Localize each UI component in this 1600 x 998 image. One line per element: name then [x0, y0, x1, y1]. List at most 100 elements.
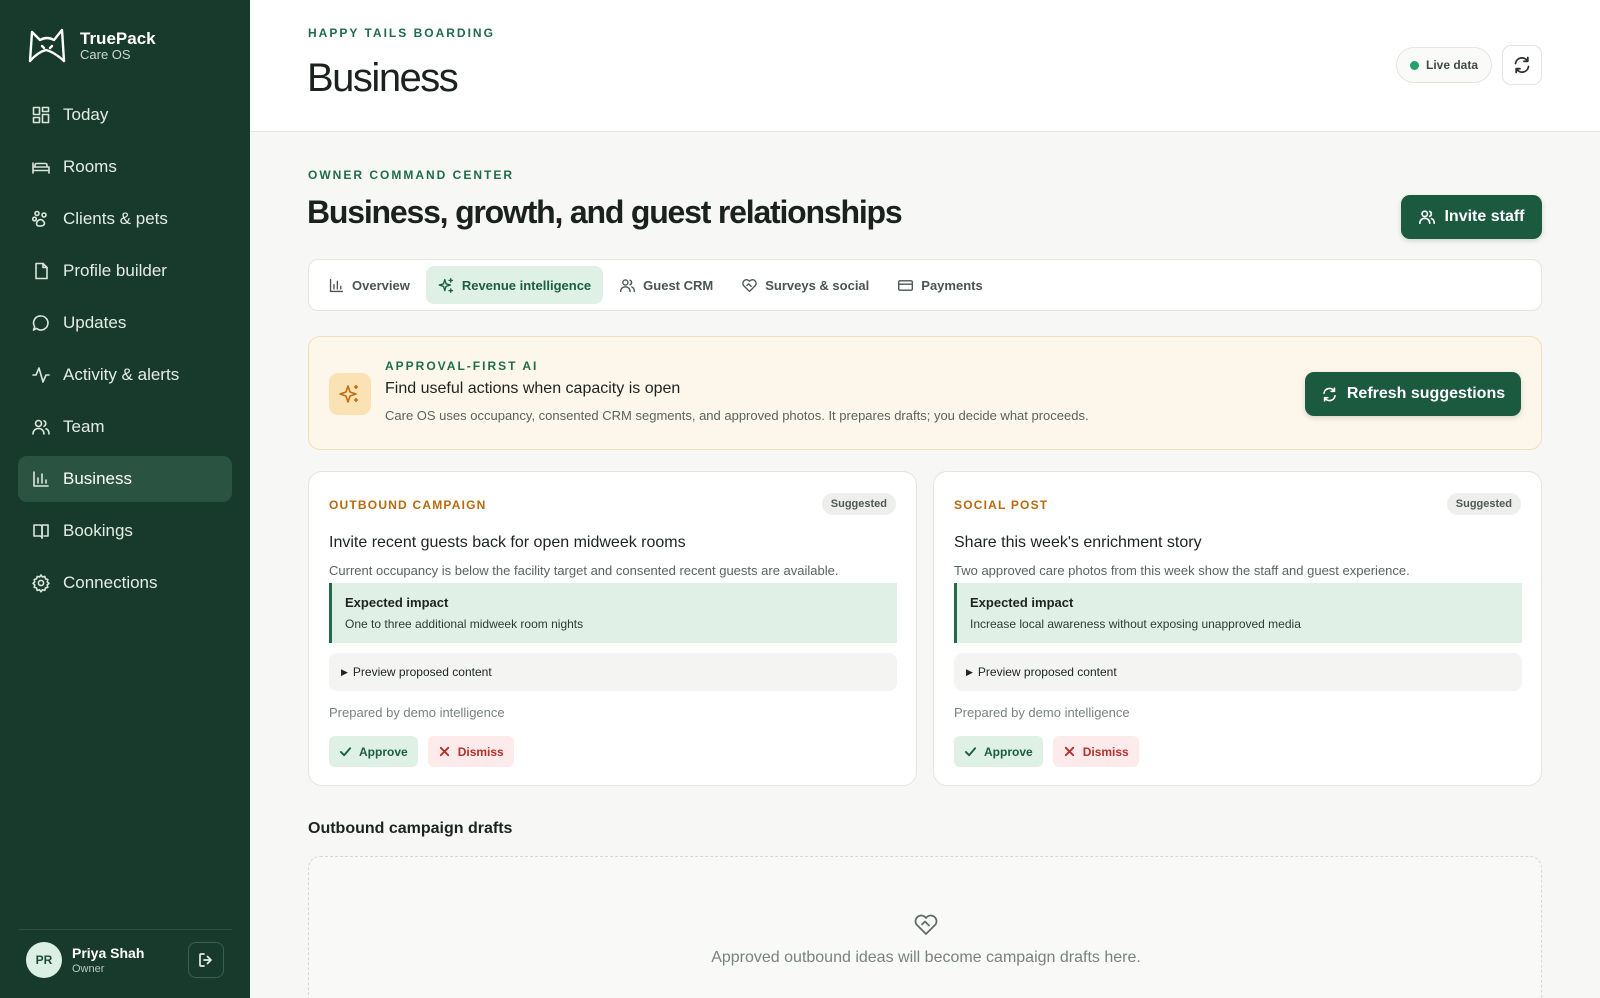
- close-icon: [438, 745, 458, 758]
- preview-label: Preview proposed content: [977, 665, 1117, 679]
- sidebar-item-label: Profile builder: [63, 261, 167, 280]
- approve-button[interactable]: Approve: [329, 736, 418, 767]
- live-data-label: Live data: [1426, 58, 1479, 72]
- credit-card-icon: [897, 277, 921, 294]
- card-description: Current occupancy is below the facility …: [329, 563, 839, 578]
- suggestion-card-outbound-campaign: OUTBOUND CAMPAIGN Suggested Invite recen…: [308, 471, 917, 786]
- live-status-dot: [1410, 60, 1419, 70]
- status-badge: Suggested: [1446, 493, 1521, 515]
- sidebar-item-label: Business: [63, 469, 132, 488]
- refresh-suggestions-button[interactable]: Refresh suggestions: [1305, 372, 1521, 416]
- live-data-badge: Live data: [1396, 47, 1493, 83]
- impact-label: Expected impact: [345, 595, 449, 610]
- prepared-by: Prepared by demo intelligence: [954, 705, 1130, 720]
- sidebar-item-label: Updates: [63, 313, 127, 332]
- ai-eyebrow: APPROVAL-FIRST AI: [385, 359, 539, 373]
- sidebar-item-profile-builder[interactable]: Profile builder: [18, 248, 232, 294]
- card-title: Invite recent guests back for open midwe…: [329, 534, 686, 551]
- book-icon: [31, 521, 51, 541]
- sidebar-item-label: Clients & pets: [63, 209, 168, 228]
- tab-guest-crm[interactable]: Guest CRM: [607, 266, 725, 304]
- sidebar-item-clients-pets[interactable]: Clients & pets: [18, 196, 232, 242]
- page-header: HAPPY TAILS BOARDING Business Live data: [250, 0, 1600, 132]
- tab-label: Guest CRM: [643, 277, 714, 293]
- tab-label: Payments: [921, 277, 983, 293]
- bed-icon: [31, 157, 51, 177]
- section-title: Business, growth, and guest relationship…: [307, 194, 903, 230]
- heart-handshake-icon: [741, 277, 765, 294]
- sidebar: TruePack Care OS Today Rooms Clients & p…: [0, 0, 250, 998]
- impact-text: Increase local awareness without exposin…: [970, 617, 1301, 631]
- dashboard-icon: [31, 105, 51, 125]
- tab-payments[interactable]: Payments: [885, 266, 994, 304]
- refresh-suggestions-label: Refresh suggestions: [1346, 385, 1506, 402]
- document-icon: [31, 261, 51, 281]
- logout-button[interactable]: [188, 941, 224, 978]
- chat-bubble-icon: [31, 313, 51, 333]
- card-type: SOCIAL POST: [954, 498, 1049, 512]
- sidebar-item-label: Activity & alerts: [63, 365, 180, 384]
- check-icon: [964, 745, 984, 758]
- ai-description: Care OS uses occupancy, consented CRM se…: [385, 408, 1089, 423]
- tab-surveys-social[interactable]: Surveys & social: [729, 266, 881, 304]
- caret-right-icon: ▶: [966, 666, 973, 677]
- refresh-icon: [1512, 55, 1532, 75]
- heart-handshake-icon: [912, 911, 940, 939]
- brand-name: TruePack: [80, 28, 156, 48]
- brand[interactable]: TruePack Care OS: [26, 26, 156, 64]
- sparkle-icon: [329, 373, 371, 415]
- sidebar-item-rooms[interactable]: Rooms: [18, 144, 232, 190]
- section-eyebrow: OWNER COMMAND CENTER: [308, 168, 514, 182]
- impact-text: One to three additional midweek room nig…: [345, 617, 584, 631]
- card-type: OUTBOUND CAMPAIGN: [329, 498, 487, 512]
- org-name: HAPPY TAILS BOARDING: [308, 26, 495, 40]
- paw-icon: [31, 209, 51, 229]
- activity-icon: [31, 365, 51, 385]
- sparkle-icon: [438, 277, 462, 294]
- sidebar-item-bookings[interactable]: Bookings: [18, 508, 232, 554]
- preview-label: Preview proposed content: [352, 665, 492, 679]
- user-name: Priya Shah: [72, 944, 145, 961]
- approve-button[interactable]: Approve: [954, 736, 1043, 767]
- dismiss-label: Dismiss: [457, 744, 504, 759]
- drafts-empty-state: Approved outbound ideas will become camp…: [308, 856, 1542, 998]
- logout-icon: [197, 951, 215, 969]
- refresh-button[interactable]: [1502, 45, 1542, 85]
- bar-chart-icon: [328, 277, 352, 294]
- caret-right-icon: ▶: [341, 666, 348, 677]
- preview-content-toggle[interactable]: ▶ Preview proposed content: [329, 653, 897, 691]
- users-icon: [1418, 208, 1444, 226]
- sidebar-item-business[interactable]: Business: [18, 456, 232, 502]
- sidebar-item-connections[interactable]: Connections: [18, 560, 232, 606]
- approve-label: Approve: [984, 744, 1033, 759]
- status-badge: Suggested: [821, 493, 896, 515]
- sidebar-item-label: Bookings: [63, 521, 133, 540]
- users-icon: [619, 277, 643, 294]
- dismiss-button[interactable]: Dismiss: [427, 736, 514, 767]
- card-description: Two approved care photos from this week …: [954, 563, 1410, 578]
- avatar[interactable]: PR: [26, 941, 62, 978]
- user-role: Owner: [72, 962, 105, 975]
- sidebar-item-label: Today: [63, 105, 109, 124]
- brand-subtitle: Care OS: [80, 46, 131, 62]
- invite-staff-button[interactable]: Invite staff: [1401, 195, 1542, 239]
- tab-revenue-intelligence[interactable]: Revenue intelligence: [425, 266, 604, 304]
- approve-label: Approve: [359, 744, 408, 759]
- sidebar-item-team[interactable]: Team: [18, 404, 232, 450]
- check-icon: [339, 745, 359, 758]
- ai-title: Find useful actions when capacity is ope…: [385, 380, 681, 397]
- sidebar-item-updates[interactable]: Updates: [18, 300, 232, 346]
- invite-staff-label: Invite staff: [1444, 208, 1525, 225]
- preview-content-toggle[interactable]: ▶ Preview proposed content: [954, 653, 1522, 691]
- dismiss-button[interactable]: Dismiss: [1052, 736, 1139, 767]
- tab-label: Revenue intelligence: [461, 277, 592, 293]
- drafts-empty-text: Approved outbound ideas will become camp…: [711, 949, 1141, 966]
- drafts-section-title: Outbound campaign drafts: [308, 820, 513, 837]
- dismiss-label: Dismiss: [1082, 744, 1129, 759]
- sidebar-item-today[interactable]: Today: [18, 92, 232, 138]
- truepack-logo-icon: [26, 26, 68, 64]
- user-profile: PR Priya Shah Owner: [18, 929, 232, 989]
- tab-overview[interactable]: Overview: [316, 266, 422, 304]
- sidebar-item-activity-alerts[interactable]: Activity & alerts: [18, 352, 232, 398]
- expected-impact: Expected impact One to three additional …: [329, 583, 897, 643]
